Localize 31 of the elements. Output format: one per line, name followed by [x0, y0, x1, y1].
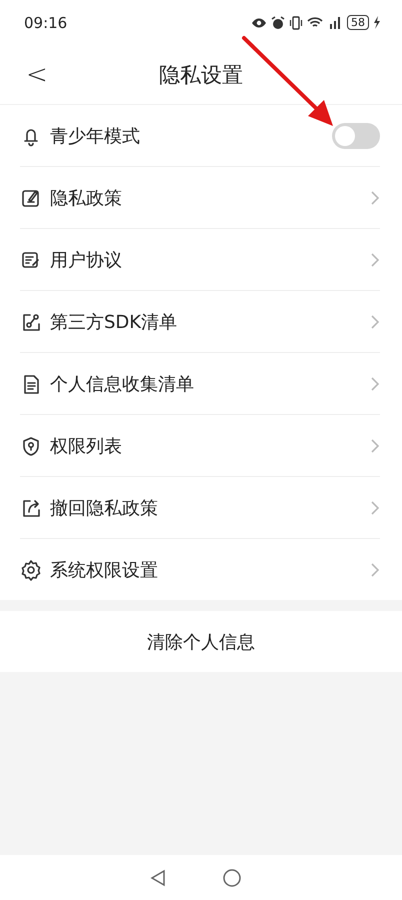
setting-label[interactable]: 隐私政策 — [50, 186, 362, 210]
shield-key-icon — [20, 434, 42, 456]
alarm-icon — [271, 16, 285, 30]
vibrate-icon — [289, 16, 303, 30]
setting-label[interactable]: 权限列表 — [50, 434, 362, 458]
setting-label[interactable]: 系统权限设置 — [50, 558, 362, 582]
clock-time: 09:16 — [24, 14, 68, 32]
chevron-icon — [370, 562, 380, 578]
setting-label[interactable]: 青少年模式 — [50, 124, 324, 148]
setting-label[interactable]: 第三方SDK清单 — [50, 310, 362, 334]
setting-label[interactable]: 用户协议 — [50, 248, 362, 272]
clear-info-button[interactable]: 清除个人信息 — [0, 611, 402, 672]
back-button[interactable]: < — [20, 60, 54, 90]
chevron-icon — [370, 190, 380, 206]
page-title: 隐私设置 — [159, 62, 243, 88]
chevron-icon — [370, 314, 380, 330]
charging-icon — [373, 16, 380, 29]
chevron-icon — [370, 438, 380, 454]
wifi-icon — [307, 16, 323, 29]
toggle-switch[interactable] — [332, 122, 380, 148]
eye-icon — [251, 16, 267, 28]
setting-label[interactable]: 撤回隐私政策 — [50, 496, 362, 520]
gear-icon — [20, 558, 42, 580]
chevron-icon — [370, 252, 380, 268]
setting-label[interactable]: 个人信息收集清单 — [50, 372, 362, 396]
back-triangle-icon[interactable] — [150, 868, 166, 886]
battery-level: 58 — [347, 15, 369, 30]
signal-icon — [327, 16, 343, 29]
chevron-icon — [370, 376, 380, 392]
chevron-icon — [370, 500, 380, 516]
home-circle-icon[interactable] — [222, 868, 242, 888]
